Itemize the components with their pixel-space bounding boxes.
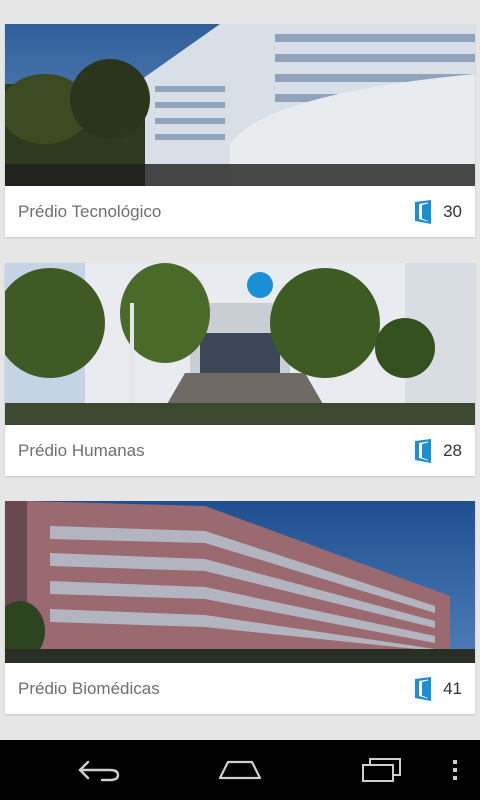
back-button[interactable] — [60, 740, 140, 800]
door-icon — [415, 676, 431, 701]
overflow-menu-button[interactable] — [430, 740, 480, 800]
building-name: Prédio Biomédicas — [18, 678, 160, 698]
home-icon — [218, 760, 262, 780]
room-count: 30 — [414, 199, 462, 224]
building-photo — [5, 501, 475, 663]
building-card-tecnologico[interactable]: Prédio Tecnológico 30 — [5, 24, 475, 237]
recent-apps-icon — [362, 758, 401, 782]
building-card-biomedicas[interactable]: Prédio Biomédicas 41 — [5, 501, 475, 714]
building-caption: Prédio Humanas 28 — [5, 425, 475, 476]
overflow-menu-icon — [453, 760, 457, 780]
room-count-value: 28 — [443, 440, 462, 460]
building-name: Prédio Humanas — [18, 440, 145, 460]
room-count-value: 30 — [443, 201, 462, 221]
building-caption: Prédio Biomédicas 41 — [5, 663, 475, 714]
building-photo — [5, 24, 475, 186]
room-count-value: 41 — [443, 678, 462, 698]
back-arrow-icon — [78, 760, 120, 782]
building-caption: Prédio Tecnológico 30 — [5, 186, 475, 237]
building-name: Prédio Tecnológico — [18, 201, 162, 221]
building-card-humanas[interactable]: Prédio Humanas 28 — [5, 263, 475, 476]
door-icon — [415, 199, 431, 224]
building-photo — [5, 263, 475, 425]
system-navigation-bar — [0, 740, 480, 800]
room-count: 41 — [414, 676, 462, 701]
home-button[interactable] — [200, 740, 280, 800]
building-list: Prédio Tecnológico 30 Prédio Humanas 28 … — [0, 0, 480, 740]
recent-apps-button[interactable] — [342, 740, 422, 800]
door-icon — [415, 438, 431, 463]
room-count: 28 — [414, 438, 462, 463]
